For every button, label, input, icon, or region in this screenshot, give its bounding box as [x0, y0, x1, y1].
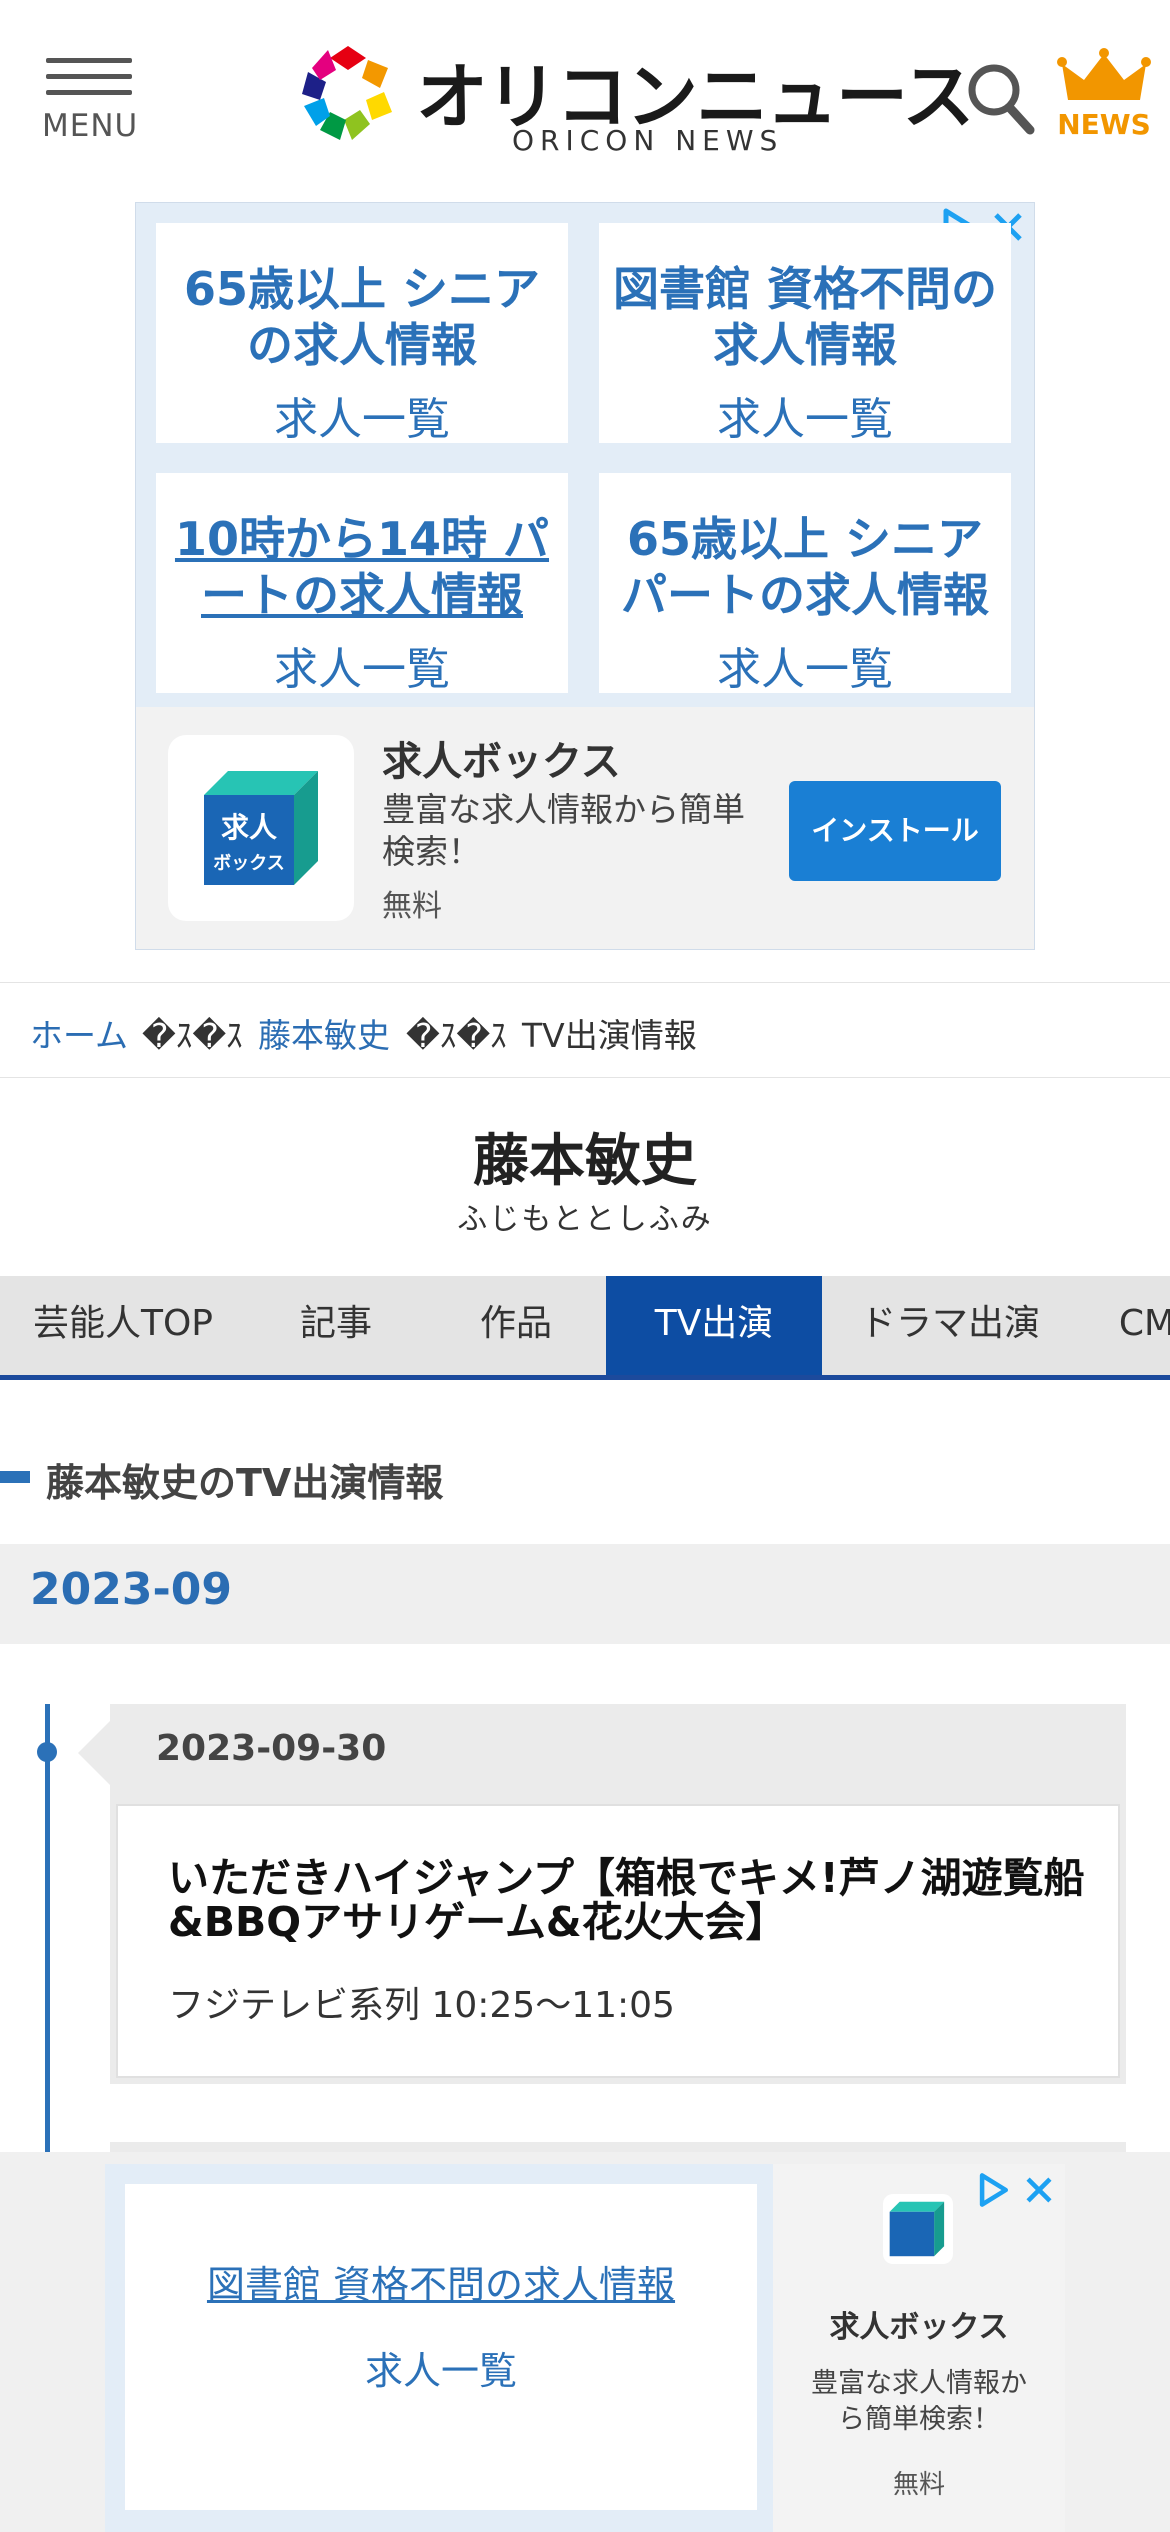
- tab-top[interactable]: 芸能人TOP: [0, 1276, 246, 1375]
- timeline-line: [45, 1704, 50, 2154]
- tab-tv-appearances[interactable]: TV出演: [606, 1276, 822, 1375]
- breadcrumb: ホーム �ｽ�ｽ 藤本敏史 �ｽ�ｽ TV出演情報: [0, 982, 1170, 1078]
- app-price: 無料: [382, 889, 442, 924]
- timeline-dot: [37, 1742, 57, 1762]
- tab-cm[interactable]: CM出演: [1078, 1276, 1170, 1375]
- page-title: 藤本敏史: [473, 1129, 697, 1194]
- appearance-date: 2023-09-30: [156, 1728, 387, 1769]
- adchoices-icon[interactable]: [973, 2170, 1013, 2210]
- ad-job-title: 65歳以上 シニアの求人情報: [183, 262, 541, 372]
- app-icon-frame: [883, 2194, 953, 2264]
- site-logo[interactable]: オリコンニュース ORICON NEWS: [296, 38, 974, 158]
- ad-job-sub: 求人一覧: [274, 394, 450, 445]
- top-advertisement: 65歳以上 シニアの求人情報 求人一覧 図書館 資格不問の求人情報 求人一覧 1…: [135, 202, 1035, 950]
- program-broadcast-info: フジテレビ系列 10:25〜11:05: [168, 1985, 675, 2026]
- bottom-app-description: 豊富な求人情報から簡単検索！: [811, 2368, 1027, 2435]
- bottom-ad-sub: 求人一覧: [364, 2349, 517, 2393]
- ad-job-title: 65歳以上 シニアパートの求人情報: [621, 512, 989, 622]
- page: MENU オリコンニュース ORICON NEWS NEWS 65歳以上 シニア…: [0, 0, 1170, 2532]
- section-title: 藤本敏史のTV出演情報: [46, 1461, 444, 1505]
- page-title-kana: ふじもととしふみ: [457, 1202, 713, 1237]
- breadcrumb-separator: �ｽ�ｽ: [406, 1016, 507, 1055]
- bottom-advertisement: 図書館 資格不問の求人情報 求人一覧 求人ボックス 豊富な求人情報から簡単検索！…: [0, 2152, 1170, 2532]
- section-marker: [0, 1471, 30, 1483]
- app-icon-frame: 求人 ボックス: [168, 735, 354, 921]
- bottom-ad-title: 図書館 資格不問の求人情報: [206, 2263, 676, 2307]
- search-icon: [968, 64, 1035, 135]
- crown-icon: [1057, 48, 1151, 100]
- site-header: MENU オリコンニュース ORICON NEWS NEWS: [0, 0, 1170, 190]
- month-header: 2023-09: [0, 1544, 1170, 1644]
- ad-app-promo[interactable]: 求人 ボックス 求人ボックス 豊富な求人情報から簡単検索！ 無料 インストール: [136, 707, 1034, 949]
- tab-articles[interactable]: 記事: [246, 1276, 426, 1375]
- install-button[interactable]: インストール: [789, 781, 1001, 881]
- breadcrumb-separator: �ｽ�ｽ: [142, 1016, 243, 1055]
- tab-drama[interactable]: ドラマ出演: [822, 1276, 1078, 1375]
- tv-appearance-card: 2023-09-30 いただきハイジャンプ【箱根でキメ!芦ノ湖遊覧船&BBQアサ…: [110, 1704, 1126, 2084]
- breadcrumb-current: TV出演情報: [522, 1016, 697, 1055]
- tab-works[interactable]: 作品: [426, 1276, 606, 1375]
- app-name: 求人ボックス: [382, 739, 621, 785]
- ad-job-link[interactable]: 図書館 資格不問の求人情報 求人一覧: [599, 223, 1011, 445]
- close-ad-icon[interactable]: [1019, 2170, 1059, 2210]
- bottom-app-name: 求人ボックス: [829, 2310, 1009, 2345]
- job-box-app-icon: 求人 ボックス: [204, 771, 318, 885]
- ad-job-link[interactable]: 65歳以上 シニアパートの求人情報 求人一覧: [599, 473, 1011, 695]
- search-button[interactable]: [964, 58, 1036, 138]
- bottom-ad-job-link[interactable]: 図書館 資格不問の求人情報 求人一覧: [125, 2184, 757, 2510]
- menu-label: MENU: [42, 108, 139, 144]
- bottom-app-price: 無料: [892, 2470, 945, 2500]
- news-label: NEWS: [1057, 108, 1151, 141]
- ad-job-sub: 求人一覧: [717, 644, 893, 695]
- svg-text:ボックス: ボックス: [213, 853, 284, 874]
- breadcrumb-person-link[interactable]: 藤本敏史: [258, 1009, 390, 1057]
- card-pointer: [78, 1719, 112, 1787]
- profile-tabs: 芸能人TOP 記事 作品 TV出演 ドラマ出演 CM出演: [0, 1276, 1170, 1380]
- ad-job-sub: 求人一覧: [274, 644, 450, 695]
- month-label: 2023-09: [30, 1564, 232, 1615]
- app-description: 豊富な求人情報から簡単検索！: [382, 790, 745, 871]
- svg-text:求人: 求人: [221, 811, 277, 844]
- menu-button[interactable]: MENU: [42, 52, 138, 148]
- bottom-ad-frame: 図書館 資格不問の求人情報 求人一覧 求人ボックス 豊富な求人情報から簡単検索！…: [105, 2164, 1065, 2532]
- bottom-ad-app[interactable]: 求人ボックス 豊富な求人情報から簡単検索！ 無料: [773, 2164, 1065, 2532]
- program-title: いただきハイジャンプ【箱根でキメ!芦ノ湖遊覧船&BBQアサリゲーム&花火大会】: [168, 1854, 1085, 1946]
- logo-mark-icon: [302, 46, 392, 140]
- job-box-app-icon: [889, 2201, 945, 2257]
- ad-job-title: 10時から14時 パートの求人情報: [174, 512, 550, 622]
- ad-job-link[interactable]: 10時から14時 パートの求人情報 求人一覧: [156, 473, 568, 695]
- ad-job-link[interactable]: 65歳以上 シニアの求人情報 求人一覧: [156, 223, 568, 445]
- ad-job-title: 図書館 資格不問の求人情報: [612, 262, 997, 372]
- ad-job-sub: 求人一覧: [717, 394, 893, 445]
- logo-text-en: ORICON NEWS: [512, 124, 784, 157]
- ranking-news-button[interactable]: NEWS: [1054, 48, 1154, 148]
- breadcrumb-home-link[interactable]: ホーム: [30, 1009, 128, 1057]
- appearance-body[interactable]: いただきハイジャンプ【箱根でキメ!芦ノ湖遊覧船&BBQアサリゲーム&花火大会】 …: [116, 1804, 1120, 2078]
